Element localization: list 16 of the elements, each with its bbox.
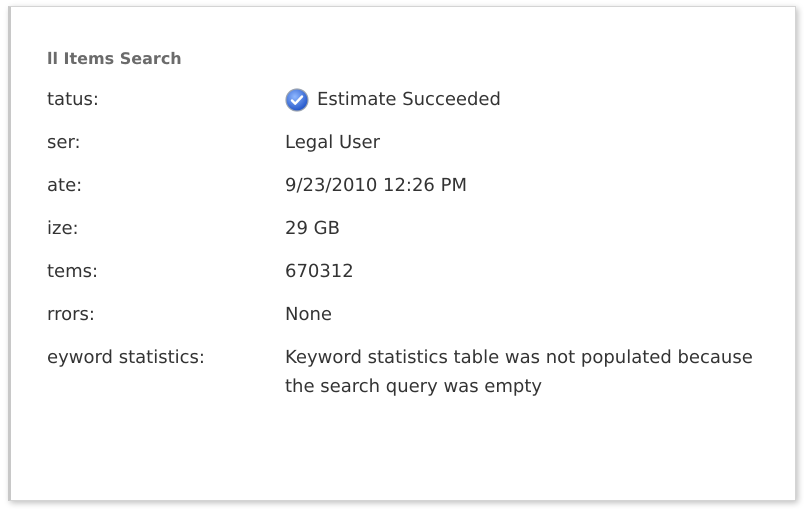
field-label: ser: [47,131,82,155]
field-value: None [285,303,333,327]
field-label: ate: [47,174,84,198]
check-icon [285,88,309,112]
field-label: eyword statistics: [47,346,206,370]
field-value: Legal User [285,131,381,155]
field-label: tatus: [47,88,100,112]
field-label: rrors: [47,303,96,327]
status-value: Estimate Succeeded [317,88,501,112]
field-value: 9/23/2010 12:26 PM [285,174,468,198]
field-label: ize: [47,217,80,241]
panel-title: ll Items Search [47,48,183,70]
field-value: 670312 [285,260,355,284]
field-label: tems: [47,260,100,284]
field-value: 29 GB [285,217,341,241]
field-value: Keyword statistics table was not populated because the search query was empty [285,346,754,399]
